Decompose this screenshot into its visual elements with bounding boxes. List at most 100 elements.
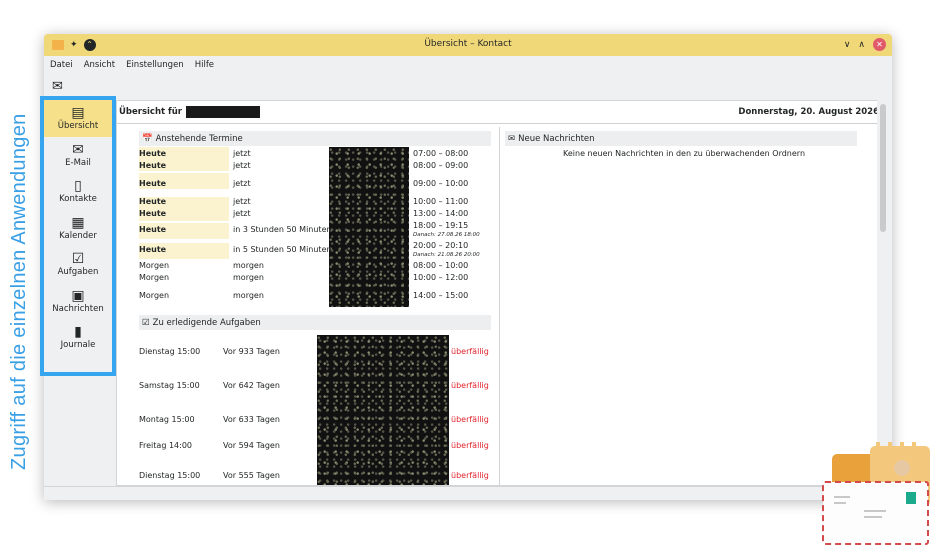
sidebar-item-journale[interactable]: ▮ Journale <box>44 319 112 356</box>
sidebar-item-label: Nachrichten <box>52 303 104 314</box>
tasks-icon: ☑ <box>142 317 150 328</box>
task-due[interactable]: Dienstag 15:00 <box>139 471 200 480</box>
appointment-row[interactable]: Heute <box>139 197 166 206</box>
redacted-appointment-titles <box>329 147 409 307</box>
sidebar-item-label: E-Mail <box>65 157 91 168</box>
sidebar-item-uebersicht[interactable]: ▤ Übersicht <box>44 100 112 137</box>
scrollbar-thumb[interactable] <box>880 104 886 232</box>
kontact-window: ✦ ⌃ Übersicht – Kontact ∨ ∧ ✕ Datei Ansi… <box>44 34 892 500</box>
mail-icon: ✉ <box>72 141 84 158</box>
task-due[interactable]: Samstag 15:00 <box>139 381 200 390</box>
appointment-note: Danach: 21.08.26 20:00 <box>413 252 480 258</box>
appointment-time: 14:00 – 15:00 <box>413 291 469 300</box>
appointments-heading: 📅 Anstehende Termine <box>139 131 491 146</box>
sidebar-item-label: Kalender <box>59 230 97 241</box>
appointment-row[interactable]: Heute <box>139 179 166 188</box>
appointment-day[interactable]: Morgen <box>139 261 169 270</box>
calendar-icon: 📅 <box>142 133 153 144</box>
sidebar-item-label: Journale <box>60 340 96 351</box>
access-caption: Zugriff auf die einzelnen Anwendungen <box>8 113 30 470</box>
appointment-day[interactable]: Morgen <box>139 273 169 282</box>
sidebar-item-kalender[interactable]: ▦ Kalender <box>44 210 112 247</box>
appointment-time: 09:00 – 10:00 <box>413 179 469 188</box>
sidebar-item-label: Aufgaben <box>57 267 99 278</box>
tasks-heading: ☑ Zu erledigende Aufgaben <box>139 315 491 330</box>
journal-icon: ▮ <box>74 324 82 341</box>
appointment-row[interactable]: Heute <box>139 149 166 158</box>
titlebar[interactable]: ✦ ⌃ Übersicht – Kontact ∨ ∧ ✕ <box>44 34 892 56</box>
maximize-button[interactable]: ∧ <box>858 40 865 50</box>
appointment-rel: morgen <box>233 273 264 282</box>
task-status: überfällig <box>451 381 489 390</box>
sidebar-item-label: Übersicht <box>57 121 99 132</box>
toolbar: ✉ <box>44 74 892 98</box>
sidebar-item-email[interactable]: ✉ E-Mail <box>44 137 112 174</box>
redacted-task-titles <box>317 335 449 485</box>
task-ago: Vor 933 Tagen <box>223 347 280 356</box>
appointment-time: 07:00 – 08:00 <box>413 149 469 158</box>
task-ago: Vor 594 Tagen <box>223 441 280 450</box>
tasks-icon: ☑ <box>71 251 85 268</box>
appointment-time: 10:00 – 11:00 <box>413 197 469 206</box>
redacted-name <box>185 106 260 118</box>
task-status: überfällig <box>451 471 489 480</box>
envelope-icon: ✉ <box>508 133 516 144</box>
contacts-icon: ▯ <box>74 178 82 195</box>
menu-einstellungen[interactable]: Einstellungen <box>126 60 184 70</box>
task-ago: Vor 642 Tagen <box>223 381 280 390</box>
menu-hilfe[interactable]: Hilfe <box>195 60 214 70</box>
summary-icon: ▤ <box>71 105 85 122</box>
appointment-rel: jetzt <box>233 209 251 218</box>
calendar-icon: ▦ <box>71 214 85 231</box>
menu-ansicht[interactable]: Ansicht <box>84 60 115 70</box>
kontact-logo <box>822 442 930 545</box>
appointment-row[interactable]: Heute <box>139 161 166 170</box>
window-title: Übersicht – Kontact <box>424 39 512 49</box>
appointment-time: 18:00 – 19:15 <box>413 221 469 230</box>
appointment-rel: in 3 Stunden 50 Minuten <box>233 225 332 234</box>
task-due[interactable]: Dienstag 15:00 <box>139 347 200 356</box>
appointment-time: 13:00 – 14:00 <box>413 209 469 218</box>
task-ago: Vor 633 Tagen <box>223 415 280 424</box>
summary-view: Übersicht für Donnerstag, 20. August 202… <box>116 100 884 486</box>
appointment-rel: jetzt <box>233 179 251 188</box>
appointment-note: Danach: 27.08.26 18:00 <box>413 232 480 238</box>
appointment-time: 08:00 – 09:00 <box>413 161 469 170</box>
summary-header-prefix: Übersicht für <box>119 107 182 117</box>
task-due[interactable]: Montag 15:00 <box>139 415 195 424</box>
appointment-rel: morgen <box>233 291 264 300</box>
application-sidebar: ▤ Übersicht ✉ E-Mail ▯ Kontakte ▦ Kalend… <box>40 96 116 376</box>
new-mail-icon[interactable]: ✉ <box>52 79 63 94</box>
appointment-day[interactable]: Morgen <box>139 291 169 300</box>
sidebar-item-nachrichten[interactable]: ▣ Nachrichten <box>44 283 112 320</box>
column-divider <box>499 127 500 485</box>
sidebar-item-aufgaben[interactable]: ☑ Aufgaben <box>44 246 112 283</box>
statusbar <box>44 486 892 500</box>
minimize-button[interactable]: ∨ <box>844 40 851 50</box>
task-status: überfällig <box>451 441 489 450</box>
menubar: Datei Ansicht Einstellungen Hilfe <box>44 56 892 74</box>
task-due[interactable]: Freitag 14:00 <box>139 441 192 450</box>
task-ago: Vor 555 Tagen <box>223 471 280 480</box>
messages-heading: ✉ Neue Nachrichten <box>505 131 857 146</box>
messages-empty-text: Keine neuen Nachrichten in den zu überwa… <box>563 149 806 158</box>
menu-datei[interactable]: Datei <box>50 60 73 70</box>
sidebar-item-kontakte[interactable]: ▯ Kontakte <box>44 173 112 210</box>
appointment-rel: jetzt <box>233 197 251 206</box>
close-button[interactable]: ✕ <box>873 38 886 51</box>
appointment-time: 08:00 – 10:00 <box>413 261 469 270</box>
appointment-rel: in 5 Stunden 50 Minuten <box>233 245 332 254</box>
news-icon: ▣ <box>71 287 85 304</box>
sidebar-item-label: Kontakte <box>59 194 97 205</box>
task-status: überfällig <box>451 347 489 356</box>
task-status: überfällig <box>451 415 489 424</box>
appointment-time: 20:00 – 20:10 <box>413 241 469 250</box>
appointment-row[interactable]: Heute <box>139 225 166 234</box>
summary-header: Übersicht für Donnerstag, 20. August 202… <box>117 101 883 124</box>
appointment-row[interactable]: Heute <box>139 209 166 218</box>
appointment-row[interactable]: Heute <box>139 245 166 254</box>
appointment-rel: morgen <box>233 261 264 270</box>
summary-date: Donnerstag, 20. August 2026 <box>738 107 879 117</box>
appointment-time: 10:00 – 12:00 <box>413 273 469 282</box>
appointment-rel: jetzt <box>233 149 251 158</box>
